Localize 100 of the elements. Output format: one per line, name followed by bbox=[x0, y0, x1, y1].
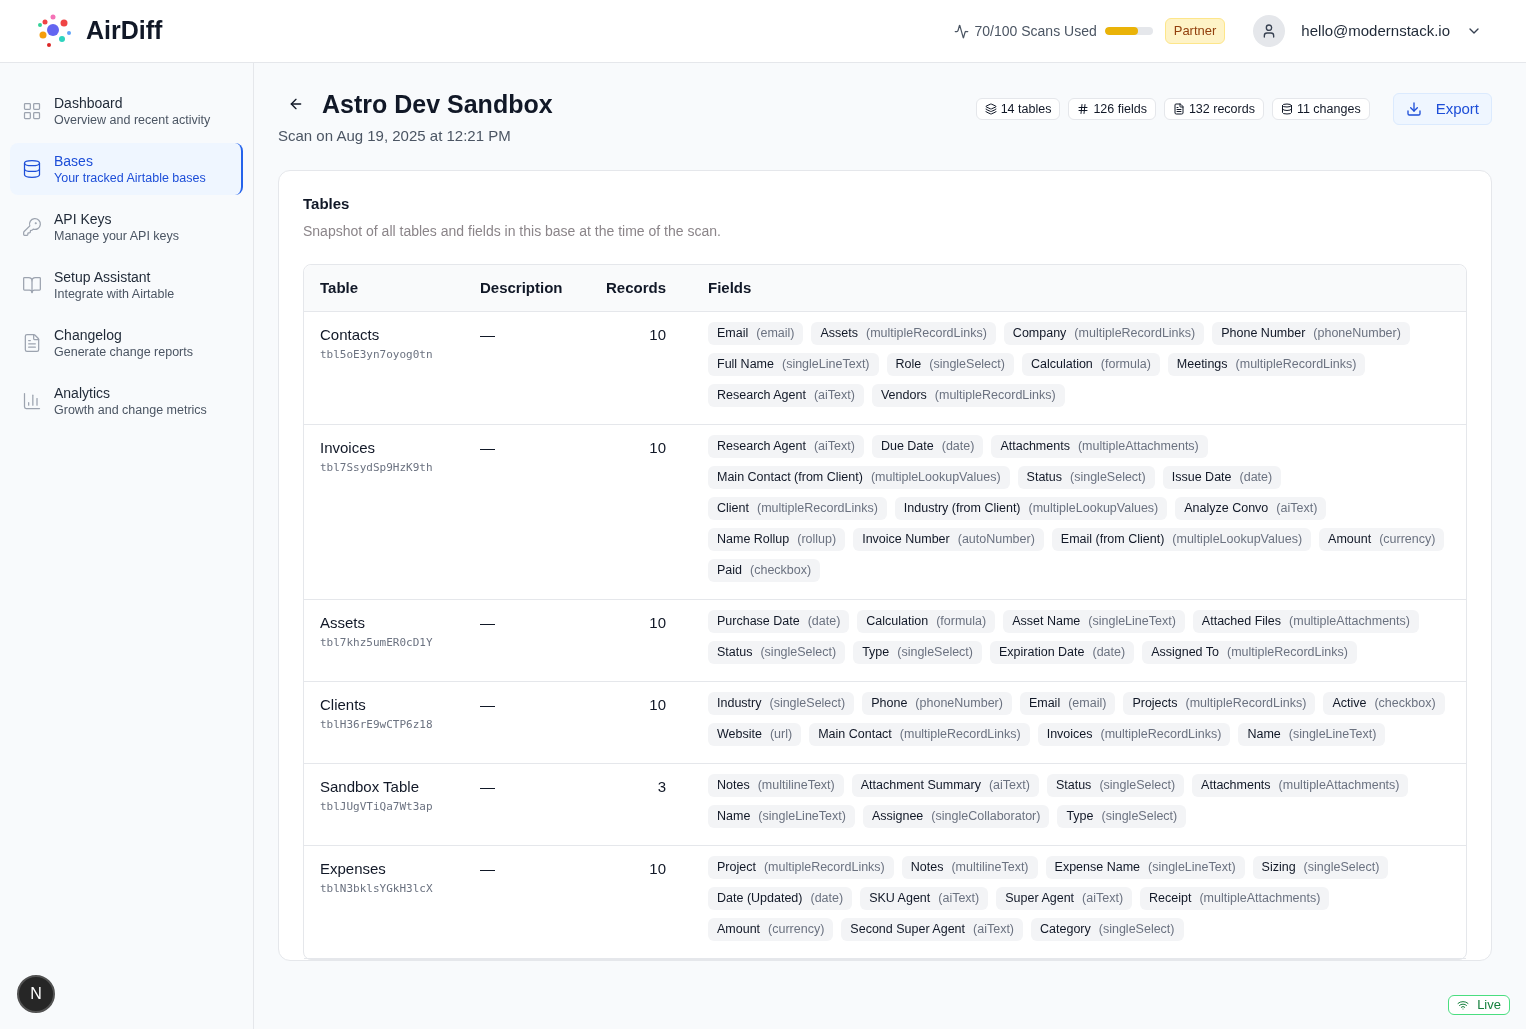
database-icon bbox=[22, 159, 42, 179]
field-type: (checkbox) bbox=[1374, 695, 1436, 713]
hash-icon bbox=[1077, 103, 1090, 115]
field-type: (date) bbox=[807, 613, 841, 631]
table-id: tbl5oE3yn7oyog0tn bbox=[320, 347, 434, 363]
field-name: Type bbox=[862, 644, 890, 662]
field-type: (aiText) bbox=[1082, 890, 1124, 908]
plan-badge: Partner bbox=[1164, 18, 1226, 44]
table-name: Assets bbox=[320, 614, 366, 632]
field-type: (date) bbox=[1239, 469, 1273, 487]
field-name: Notes bbox=[910, 859, 944, 877]
sidebar-item[interactable]: Setup Assistant Integrate with Airtable bbox=[10, 259, 243, 311]
field-name: Industry (from Client) bbox=[903, 500, 1021, 518]
field-type: (checkbox) bbox=[750, 562, 812, 580]
layers-icon bbox=[984, 103, 997, 115]
activity-icon bbox=[953, 23, 969, 39]
record-count: 10 bbox=[648, 439, 666, 458]
field-type: (singleLineText) bbox=[1088, 613, 1176, 631]
field-type: (multipleLookupValues) bbox=[870, 469, 1001, 487]
field-type: (aiText) bbox=[988, 777, 1030, 795]
avatar[interactable] bbox=[1253, 15, 1286, 47]
field-name: Expense Name bbox=[1054, 859, 1140, 877]
field-name: Email (from Client) bbox=[1060, 531, 1165, 549]
sidebar-item-title: API Keys bbox=[54, 209, 113, 228]
field-name: Client bbox=[717, 500, 749, 518]
field-name: Attachment Summary bbox=[860, 777, 981, 795]
field-type: (email) bbox=[756, 325, 795, 343]
table-name: Clients bbox=[320, 696, 367, 714]
grid-icon bbox=[22, 101, 42, 121]
field-name: Company bbox=[1012, 325, 1067, 343]
sidebar-item[interactable]: Dashboard Overview and recent activity bbox=[10, 85, 243, 137]
dev-tools-badge[interactable]: N bbox=[17, 975, 55, 1013]
field-type: (multipleRecordLinks) bbox=[1235, 356, 1357, 374]
sidebar-item-subtitle: Generate change reports bbox=[54, 343, 193, 361]
field-type: (aiText) bbox=[813, 438, 855, 456]
stat-badge: 14 tables bbox=[975, 98, 1061, 120]
field-type: (multipleRecordLinks) bbox=[756, 500, 878, 518]
field-name: Date (Updated) bbox=[717, 890, 803, 908]
field-type: (singleSelect) bbox=[769, 695, 846, 713]
field-name: Due Date bbox=[880, 438, 934, 456]
back-arrow-icon[interactable] bbox=[288, 96, 304, 112]
field-type: (multipleRecordLinks) bbox=[1185, 695, 1307, 713]
column-header: Table bbox=[320, 277, 360, 298]
field-name: Main Contact bbox=[818, 726, 892, 744]
sidebar-item[interactable]: Analytics Growth and change metrics bbox=[10, 375, 243, 427]
field-type: (date) bbox=[810, 890, 844, 908]
field-type: (multipleRecordLinks) bbox=[1227, 644, 1348, 662]
field-name: Project bbox=[717, 859, 756, 877]
stat-badge: 126 fields bbox=[1068, 98, 1156, 120]
sidebar-item-subtitle: Your tracked Airtable bases bbox=[54, 169, 206, 187]
field-name: Notes bbox=[717, 777, 750, 795]
field-type: (autoNumber) bbox=[957, 531, 1035, 549]
sidebar-item-title: Dashboard bbox=[54, 93, 124, 112]
field-name: Calculation bbox=[1030, 356, 1093, 374]
field-type: (phoneNumber) bbox=[915, 695, 1003, 713]
field-name: Attached Files bbox=[1201, 613, 1282, 631]
field-name: Sizing bbox=[1261, 859, 1296, 877]
field-name: Assets bbox=[820, 325, 858, 343]
user-email[interactable]: hello@modernstack.io bbox=[1301, 19, 1450, 43]
field-type: (singleLineText) bbox=[1148, 859, 1236, 877]
field-name: Asset Name bbox=[1012, 613, 1081, 631]
field-name: Expiration Date bbox=[999, 644, 1085, 662]
column-header: Fields bbox=[708, 277, 753, 298]
sidebar-item[interactable]: Changelog Generate change reports bbox=[10, 317, 243, 369]
field-type: (formula) bbox=[936, 613, 987, 631]
field-type: (phoneNumber) bbox=[1313, 325, 1401, 343]
record-count: 10 bbox=[648, 860, 666, 879]
sidebar-item-subtitle: Growth and change metrics bbox=[54, 401, 207, 419]
bar-chart-icon bbox=[22, 391, 42, 411]
sidebar-item[interactable]: Bases Your tracked Airtable bases bbox=[10, 143, 243, 195]
scan-date: Scan on Aug 19, 2025 at 12:21 PM bbox=[278, 126, 512, 146]
book-icon bbox=[22, 275, 42, 295]
field-name: Main Contact (from Client) bbox=[717, 469, 863, 487]
field-type: (multipleAttachments) bbox=[1077, 438, 1199, 456]
field-type: (singleLineText) bbox=[781, 356, 870, 374]
field-type: (date) bbox=[1092, 644, 1126, 662]
sidebar-item[interactable]: API Keys Manage your API keys bbox=[10, 201, 243, 253]
field-type: (multipleLookupValues) bbox=[1028, 500, 1159, 518]
column-header: Records bbox=[606, 277, 668, 298]
export-button[interactable]: Export bbox=[1392, 93, 1492, 125]
field-name: Category bbox=[1040, 921, 1091, 939]
column-header: Description bbox=[480, 277, 564, 298]
page-title: Astro Dev Sandbox bbox=[322, 89, 553, 119]
field-name: Super Agent bbox=[1005, 890, 1075, 908]
table-description: — bbox=[480, 326, 496, 345]
field-type: (multilineText) bbox=[951, 859, 1029, 877]
field-type: (date) bbox=[941, 438, 975, 456]
field-name: Type bbox=[1066, 808, 1094, 826]
table-description: — bbox=[480, 860, 496, 879]
field-type: (aiText) bbox=[1276, 500, 1318, 518]
field-type: (multipleAttachments) bbox=[1278, 777, 1400, 795]
table-name: Invoices bbox=[320, 439, 377, 457]
field-type: (singleSelect) bbox=[1303, 859, 1380, 877]
field-name: Amount bbox=[1328, 531, 1372, 549]
wifi-icon bbox=[1457, 999, 1470, 1011]
table-description: — bbox=[480, 439, 496, 458]
field-name: Industry bbox=[717, 695, 762, 713]
table-name: Expenses bbox=[320, 860, 387, 878]
field-name: Email bbox=[1028, 695, 1061, 713]
field-type: (currency) bbox=[1379, 531, 1436, 549]
